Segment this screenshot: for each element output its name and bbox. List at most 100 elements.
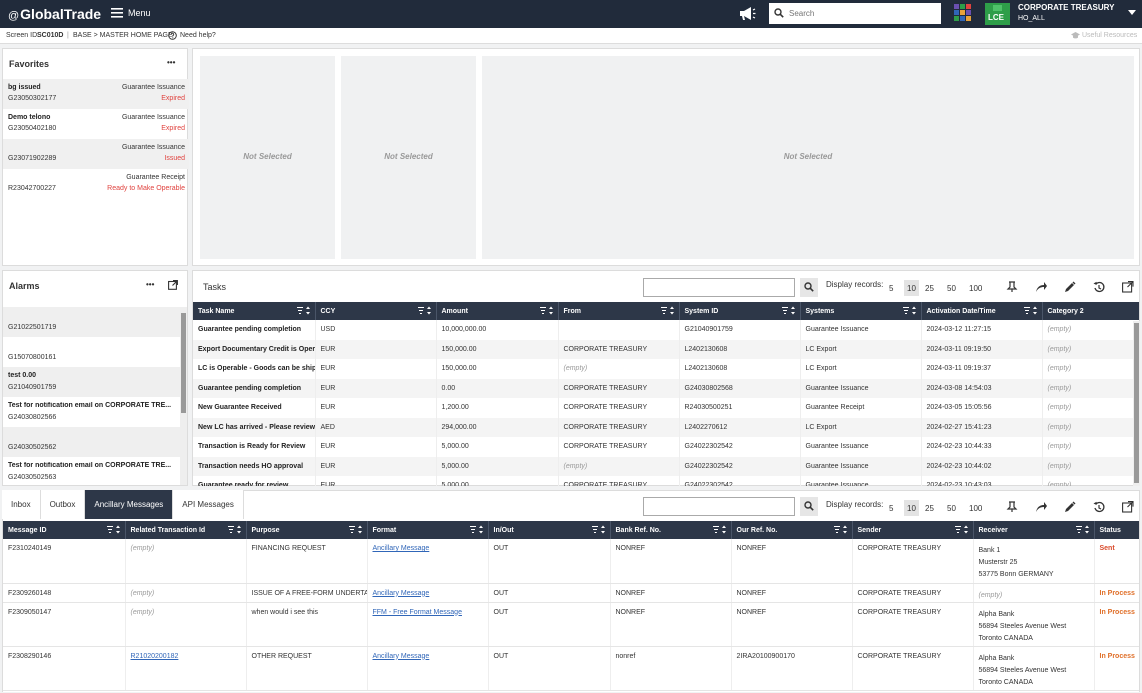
column-menu-icon[interactable] [660,306,675,315]
breadcrumb[interactable]: BASE > MASTER HOME PAGE [73,32,173,39]
task-row[interactable]: Guarantee pending completion USD 10,000,00… [193,320,1139,340]
task-row[interactable]: LC is Operable - Goods can be shippedEUR… [193,359,1139,379]
alarm-item[interactable]: G24030502562 [3,427,181,457]
column-menu-icon[interactable] [296,306,311,315]
tasks-column-header[interactable]: Systems [800,302,922,320]
widget-placeholder-1[interactable]: Not Selected [200,56,335,259]
tasks-search-input[interactable] [644,279,794,296]
message-row[interactable]: F2308290146 R21020200182 OTHER REQUEST Anci… [3,646,1139,691]
messages-search[interactable] [643,497,795,516]
tab-ancillary-messages[interactable]: Ancillary Messages [85,490,174,519]
messages-column-header[interactable]: Message ID [3,521,126,539]
page-size-25[interactable]: 25 [922,500,937,516]
app-switcher-icon[interactable] [954,4,971,21]
messages-column-header[interactable]: Sender [852,521,974,539]
page-size-10[interactable]: 10 [904,500,919,516]
help-link[interactable]: Need help? [180,32,216,39]
page-size-50[interactable]: 50 [944,500,959,516]
favorite-item[interactable]: Demo telono G23050402180 Guarantee Issuanc… [3,109,189,139]
tasks-column-header[interactable]: Activation Date/Time [921,302,1043,320]
widget-placeholder-2[interactable]: Not Selected [341,56,476,259]
alarm-item[interactable]: Test for notification email on CORPORATE… [3,457,181,485]
help-icon[interactable] [168,31,177,40]
pin-icon[interactable] [1006,281,1018,293]
message-format[interactable]: Ancillary Message [373,545,430,552]
tab-outbox[interactable]: Outbox [40,490,86,519]
message-cell[interactable]: R21020200182 [125,646,247,691]
task-row[interactable]: Guarantee ready for review EUR 5,000.00 COR… [193,476,1139,486]
expand-icon[interactable] [168,280,178,290]
share-icon[interactable] [1035,281,1047,293]
message-row[interactable]: F2309050147 (empty) when would i see this F… [3,602,1139,647]
favorite-item[interactable]: G23071902289 Guarantee Issuance Issued [3,139,189,169]
message-format[interactable]: Ancillary Message [373,653,430,660]
app-logo[interactable]: @GlobalTrade [8,6,101,22]
messages-column-header[interactable]: In/Out [488,521,611,539]
global-search-input[interactable] [789,6,937,21]
column-menu-icon[interactable] [417,306,432,315]
page-size-50[interactable]: 50 [944,280,959,296]
megaphone-icon[interactable] [739,7,756,20]
messages-column-header[interactable]: Related Transaction Id [125,521,247,539]
message-format[interactable]: FFM - Free Format Message [373,609,462,616]
page-size-25[interactable]: 25 [922,280,937,296]
message-related[interactable]: R21020200182 [131,653,179,660]
tasks-search-button[interactable] [800,278,818,297]
task-row[interactable]: Transaction needs HO approval EUR 5,000.00… [193,456,1139,476]
edit-icon[interactable] [1064,281,1076,293]
column-menu-icon[interactable] [1075,525,1090,534]
hamburger-icon[interactable] [111,8,123,18]
tasks-search[interactable] [643,278,795,297]
alarm-item[interactable]: Test for notification email on CORPORATE… [3,397,181,427]
task-row[interactable]: New LC has arrived - Please review AED 294… [193,417,1139,437]
favorite-item[interactable]: R23042700227 Guarantee Receipt Ready to Ma… [3,169,189,199]
column-menu-icon[interactable] [348,525,363,534]
message-cell[interactable]: FFM - Free Format Message [367,602,489,647]
tasks-column-header[interactable]: CCY [315,302,437,320]
tab-api-messages[interactable]: API Messages [173,490,244,519]
message-row[interactable]: F2310240149 (empty) FINANCING REQUEST Ancil… [3,539,1139,584]
column-menu-icon[interactable] [227,525,242,534]
messages-column-header[interactable]: Status [1094,521,1139,539]
history-icon[interactable] [1093,281,1105,293]
menu-label[interactable]: Menu [128,8,151,18]
message-row[interactable]: F2309260148 (empty) ISSUE OF A FREE-FORM U… [3,583,1139,603]
company-name[interactable]: CORPORATE TREASURY [1018,3,1114,12]
tab-inbox[interactable]: Inbox [2,490,41,519]
task-row[interactable]: New Guarantee Received EUR 1,200.00 CORPORA… [193,398,1139,418]
alarms-scrollbar[interactable] [180,307,187,485]
edit-icon[interactable] [1064,501,1076,513]
expand-icon[interactable] [1122,501,1134,513]
tasks-column-header[interactable]: System ID [679,302,801,320]
column-menu-icon[interactable] [469,525,484,534]
page-size-10[interactable]: 10 [904,280,919,296]
task-row[interactable]: Guarantee pending completion EUR 0.00 CORPO… [193,378,1139,398]
column-menu-icon[interactable] [954,525,969,534]
widget-placeholder-3[interactable]: Not Selected [482,56,1134,259]
column-menu-icon[interactable] [591,525,606,534]
page-size-5[interactable]: 5 [886,500,896,516]
page-size-100[interactable]: 100 [966,500,985,516]
global-search[interactable] [769,3,941,24]
message-cell[interactable]: Ancillary Message [367,646,489,691]
pin-icon[interactable] [1006,501,1018,513]
messages-column-header[interactable]: Format [367,521,489,539]
useful-resources-link[interactable]: Useful Resources [1082,32,1137,39]
column-menu-icon[interactable] [1023,306,1038,315]
tasks-column-header[interactable]: From [558,302,680,320]
tasks-scrollbar[interactable] [1133,321,1140,486]
expand-icon[interactable] [1122,281,1134,293]
tasks-column-header[interactable]: Task Name [193,302,316,320]
message-format[interactable]: Ancillary Message [373,590,430,597]
favorite-item[interactable]: bg issued G23050302177 Guarantee Issuance E… [3,79,189,109]
column-menu-icon[interactable] [106,525,121,534]
column-menu-icon[interactable] [902,306,917,315]
alarm-item[interactable]: G15070800161 [3,337,181,367]
favorites-more-icon[interactable]: ••• [167,58,175,67]
page-size-5[interactable]: 5 [886,280,896,296]
column-menu-icon[interactable] [539,306,554,315]
column-menu-icon[interactable] [833,525,848,534]
column-menu-icon[interactable] [781,306,796,315]
messages-column-header[interactable]: Receiver [973,521,1095,539]
chevron-down-icon[interactable] [1128,10,1136,16]
